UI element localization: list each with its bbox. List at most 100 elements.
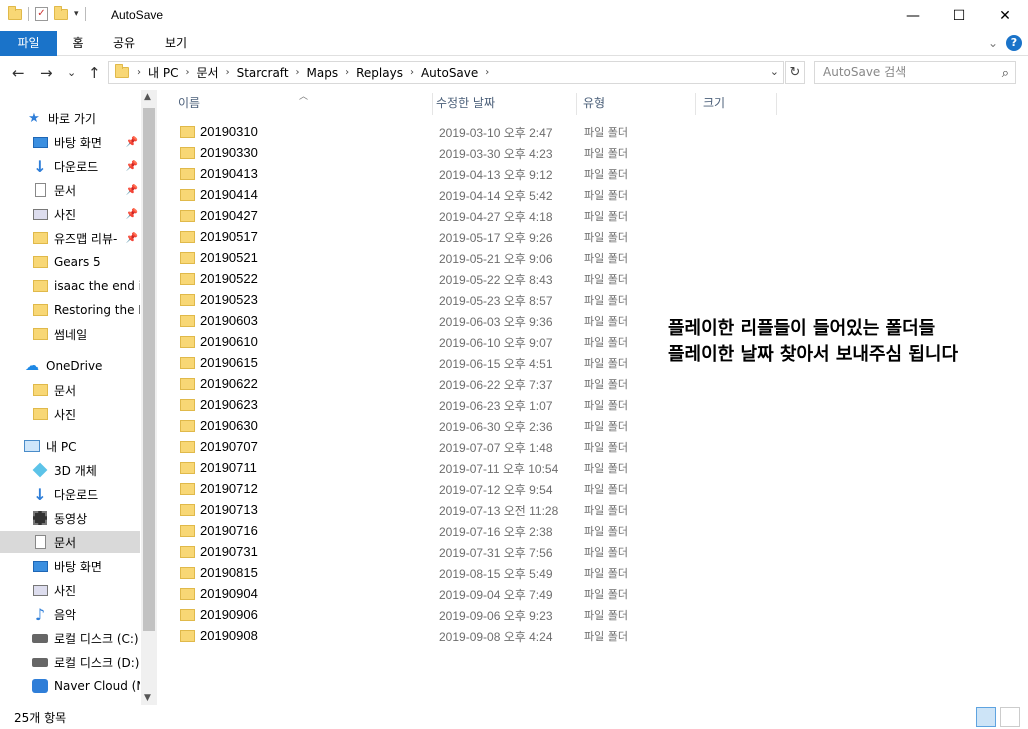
tab-share[interactable]: 공유 bbox=[103, 31, 145, 56]
nav-restoring[interactable]: Restoring the Lig bbox=[0, 299, 140, 321]
column-header-type[interactable]: 유형 bbox=[565, 90, 695, 116]
maximize-button[interactable]: ☐ bbox=[936, 0, 982, 31]
chevron-right-icon[interactable]: › bbox=[135, 67, 143, 78]
file-name-cell[interactable]: 20190522 bbox=[180, 271, 258, 286]
column-header-name[interactable]: 이름 ︿ bbox=[160, 90, 432, 116]
table-row[interactable]: 20190908 2019-09-08 오후 4:24 파일 폴더 bbox=[160, 625, 660, 646]
nav-pc-desktop[interactable]: 바탕 화면 bbox=[0, 555, 140, 577]
back-button[interactable]: ← bbox=[12, 64, 25, 82]
file-name-cell[interactable]: 20190521 bbox=[180, 250, 258, 265]
table-row[interactable]: 20190521 2019-05-21 오후 9:06 파일 폴더 bbox=[160, 247, 660, 268]
new-folder-icon[interactable] bbox=[54, 5, 68, 20]
nav-this-pc[interactable]: 내 PC bbox=[0, 435, 140, 457]
table-row[interactable]: 20190906 2019-09-06 오후 9:23 파일 폴더 bbox=[160, 604, 660, 625]
file-name-cell[interactable]: 20190731 bbox=[180, 544, 258, 559]
help-icon[interactable]: ? bbox=[1006, 35, 1022, 51]
nav-desktop[interactable]: 바탕 화면 📌 bbox=[0, 131, 140, 153]
table-row[interactable]: 20190413 2019-04-13 오후 9:12 파일 폴더 bbox=[160, 163, 660, 184]
table-row[interactable]: 20190522 2019-05-22 오후 8:43 파일 폴더 bbox=[160, 268, 660, 289]
nav-isaac[interactable]: isaac the end is bbox=[0, 275, 140, 297]
breadcrumb-pc[interactable]: 내 PC bbox=[143, 64, 183, 81]
details-view-button[interactable] bbox=[976, 707, 996, 727]
file-name-cell[interactable]: 20190904 bbox=[180, 586, 258, 601]
nav-3d-objects[interactable]: 3D 개체 bbox=[0, 459, 140, 481]
table-row[interactable]: 20190330 2019-03-30 오후 4:23 파일 폴더 bbox=[160, 142, 660, 163]
file-name-cell[interactable]: 20190610 bbox=[180, 334, 258, 349]
navigation-scrollbar[interactable]: ▲ ▼ bbox=[141, 90, 157, 705]
close-button[interactable]: ✕ bbox=[982, 0, 1028, 31]
file-name-cell[interactable]: 20190603 bbox=[180, 313, 258, 328]
nav-pc-downloads[interactable]: ↓ 다운로드 bbox=[0, 483, 140, 505]
breadcrumb-replays[interactable]: Replays bbox=[351, 66, 408, 80]
table-row[interactable]: 20190904 2019-09-04 오후 7:49 파일 폴더 bbox=[160, 583, 660, 604]
nav-thumbnail[interactable]: 썸네일 bbox=[0, 323, 140, 345]
file-name-cell[interactable]: 20190330 bbox=[180, 145, 258, 160]
tab-home[interactable]: 홈 bbox=[59, 31, 97, 56]
chevron-right-icon[interactable]: › bbox=[183, 67, 191, 78]
column-header-modified[interactable]: 수정한 날짜 bbox=[418, 90, 576, 116]
file-name-cell[interactable]: 20190517 bbox=[180, 229, 258, 244]
minimize-button[interactable]: — bbox=[890, 0, 936, 31]
table-row[interactable]: 20190523 2019-05-23 오후 8:57 파일 폴더 bbox=[160, 289, 660, 310]
file-name-cell[interactable]: 20190623 bbox=[180, 397, 258, 412]
chevron-right-icon[interactable]: › bbox=[224, 67, 232, 78]
table-row[interactable]: 20190731 2019-07-31 오후 7:56 파일 폴더 bbox=[160, 541, 660, 562]
breadcrumb-maps[interactable]: Maps bbox=[302, 66, 344, 80]
nav-quick-access[interactable]: ★ 바로 가기 bbox=[0, 107, 140, 129]
table-row[interactable]: 20190630 2019-06-30 오후 2:36 파일 폴더 bbox=[160, 415, 660, 436]
file-name-cell[interactable]: 20190630 bbox=[180, 418, 258, 433]
file-name-cell[interactable]: 20190414 bbox=[180, 187, 258, 202]
forward-button[interactable]: → bbox=[40, 64, 53, 82]
file-name-cell[interactable]: 20190908 bbox=[180, 628, 258, 643]
table-row[interactable]: 20190610 2019-06-10 오후 9:07 파일 폴더 bbox=[160, 331, 660, 352]
file-name-cell[interactable]: 20190716 bbox=[180, 523, 258, 538]
file-name-cell[interactable]: 20190310 bbox=[180, 124, 258, 139]
table-row[interactable]: 20190711 2019-07-11 오후 10:54 파일 폴더 bbox=[160, 457, 660, 478]
table-row[interactable]: 20190603 2019-06-03 오후 9:36 파일 폴더 bbox=[160, 310, 660, 331]
column-divider[interactable] bbox=[776, 93, 777, 115]
chevron-down-icon[interactable]: ⌄ bbox=[770, 65, 779, 78]
column-header-size[interactable]: 크기 bbox=[685, 90, 775, 116]
recent-locations-button[interactable]: ⌄ bbox=[67, 66, 76, 79]
nav-videos[interactable]: 동영상 bbox=[0, 507, 140, 529]
nav-music[interactable]: ♪ 음악 bbox=[0, 603, 140, 625]
folder-icon[interactable] bbox=[8, 5, 22, 20]
breadcrumb-starcraft[interactable]: Starcraft bbox=[232, 66, 294, 80]
nav-drive-d[interactable]: 로컬 디스크 (D:) bbox=[0, 651, 140, 673]
file-name-cell[interactable]: 20190523 bbox=[180, 292, 258, 307]
nav-pc-documents[interactable]: 문서 bbox=[0, 531, 140, 553]
file-name-cell[interactable]: 20190707 bbox=[180, 439, 258, 454]
chevron-up-icon[interactable]: ▲ bbox=[144, 92, 151, 102]
table-row[interactable]: 20190622 2019-06-22 오후 7:37 파일 폴더 bbox=[160, 373, 660, 394]
customize-toolbar-icon[interactable]: ▾ bbox=[74, 9, 79, 19]
file-name-cell[interactable]: 20190815 bbox=[180, 565, 258, 580]
nav-documents[interactable]: 문서 📌 bbox=[0, 179, 140, 201]
table-row[interactable]: 20190716 2019-07-16 오후 2:38 파일 폴더 bbox=[160, 520, 660, 541]
nav-pictures[interactable]: 사진 📌 bbox=[0, 203, 140, 225]
table-row[interactable]: 20190712 2019-07-12 오후 9:54 파일 폴더 bbox=[160, 478, 660, 499]
chevron-down-icon[interactable]: ▼ bbox=[144, 693, 151, 703]
address-bar[interactable]: › 내 PC › 문서 › Starcraft › Maps › Replays… bbox=[108, 61, 784, 84]
chevron-right-icon[interactable]: › bbox=[294, 67, 302, 78]
nav-onedrive[interactable]: ☁ OneDrive bbox=[0, 355, 140, 377]
table-row[interactable]: 20190310 2019-03-10 오후 2:47 파일 폴더 bbox=[160, 121, 660, 142]
nav-pc-pictures[interactable]: 사진 bbox=[0, 579, 140, 601]
nav-gears5[interactable]: Gears 5 bbox=[0, 251, 140, 273]
nav-downloads[interactable]: ↓ 다운로드 📌 bbox=[0, 155, 140, 177]
table-row[interactable]: 20190707 2019-07-07 오후 1:48 파일 폴더 bbox=[160, 436, 660, 457]
scrollbar-thumb[interactable] bbox=[143, 108, 155, 631]
nav-usemap-review[interactable]: 유즈맵 리뷰- 📌 bbox=[0, 227, 140, 249]
chevron-right-icon[interactable]: › bbox=[483, 67, 491, 78]
file-name-cell[interactable]: 20190615 bbox=[180, 355, 258, 370]
chevron-right-icon[interactable]: › bbox=[408, 67, 416, 78]
nav-onedrive-documents[interactable]: 문서 bbox=[0, 379, 140, 401]
file-name-cell[interactable]: 20190427 bbox=[180, 208, 258, 223]
refresh-button[interactable]: ↻ bbox=[785, 61, 805, 84]
file-name-cell[interactable]: 20190413 bbox=[180, 166, 258, 181]
table-row[interactable]: 20190713 2019-07-13 오전 11:28 파일 폴더 bbox=[160, 499, 660, 520]
search-icon[interactable]: ⌕ bbox=[1002, 63, 1009, 84]
table-row[interactable]: 20190615 2019-06-15 오후 4:51 파일 폴더 bbox=[160, 352, 660, 373]
nav-onedrive-pictures[interactable]: 사진 bbox=[0, 403, 140, 425]
file-name-cell[interactable]: 20190712 bbox=[180, 481, 258, 496]
table-row[interactable]: 20190517 2019-05-17 오후 9:26 파일 폴더 bbox=[160, 226, 660, 247]
